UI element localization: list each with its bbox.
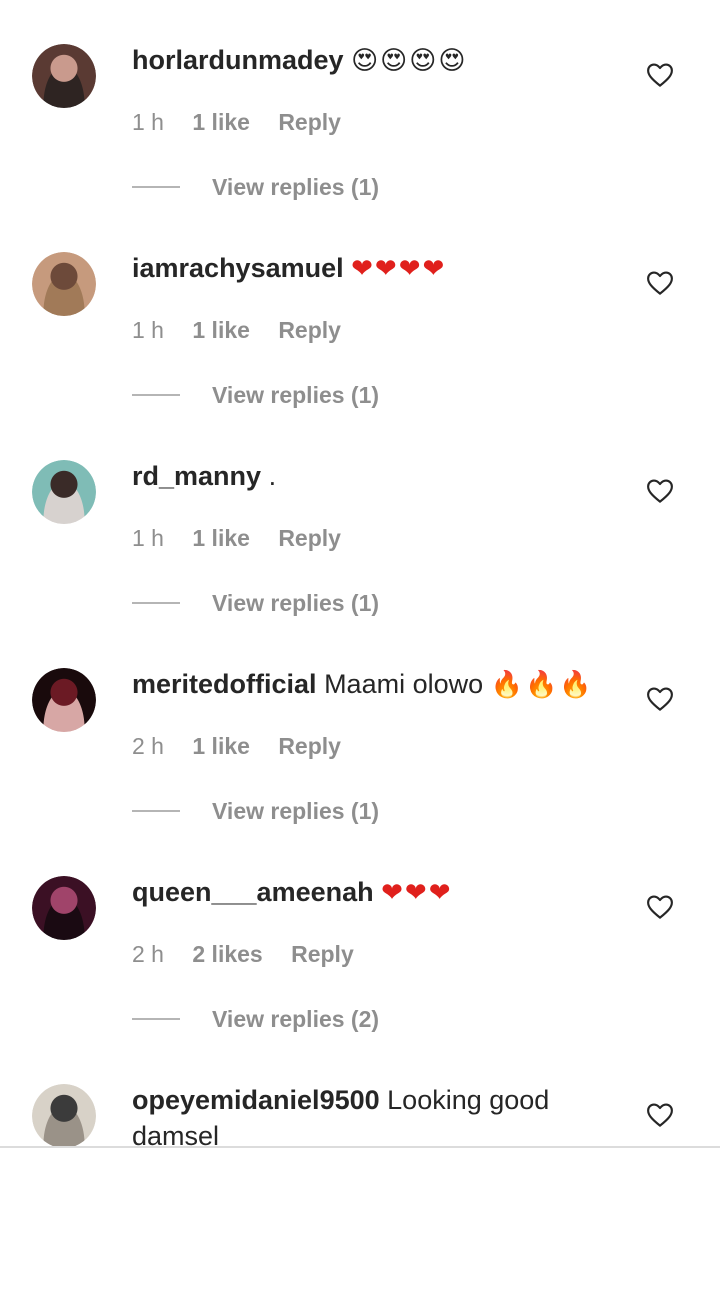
- comment-meta: 1 h 1 like Reply: [132, 104, 363, 140]
- replies-divider: [132, 393, 180, 396]
- comment-emoji: ❤❤❤: [381, 878, 453, 908]
- like-comment-button[interactable]: [645, 684, 675, 714]
- avatar[interactable]: [32, 252, 96, 316]
- comment-meta: 1 h 1 like Reply: [132, 520, 363, 556]
- comment-emoji: 😍😍😍😍: [351, 46, 468, 76]
- view-replies-button[interactable]: View replies (1): [132, 170, 379, 204]
- avatar[interactable]: [32, 460, 96, 524]
- avatar[interactable]: [32, 44, 96, 108]
- heart-outline-icon: [647, 479, 673, 503]
- comment-message: .: [268, 461, 277, 491]
- heart-outline-icon: [647, 687, 673, 711]
- heart-outline-icon: [647, 895, 673, 919]
- comment-message: Maami olowo: [324, 669, 484, 699]
- view-replies-button[interactable]: View replies (1): [132, 378, 379, 412]
- comment-text: queen___ameenah ❤❤❤: [132, 874, 632, 911]
- comment-time: 2 h: [132, 733, 164, 759]
- username-link[interactable]: opeyemidaniel9500: [132, 1085, 380, 1115]
- likes-count[interactable]: 1 like: [192, 109, 250, 135]
- like-comment-button[interactable]: [645, 476, 675, 506]
- comment-meta: 2 h 1 like Reply: [132, 728, 363, 764]
- like-comment-button[interactable]: [645, 268, 675, 298]
- username-link[interactable]: queen___ameenah: [132, 877, 374, 907]
- likes-count[interactable]: 1 like: [192, 525, 250, 551]
- comment-item: rd_manny . 1 h 1 like Reply View replies…: [0, 460, 720, 668]
- reply-button[interactable]: Reply: [278, 109, 341, 135]
- avatar[interactable]: [32, 668, 96, 732]
- comment-item: meritedofficial Maami olowo 🔥🔥🔥 2 h 1 li…: [0, 668, 720, 876]
- likes-count[interactable]: 1 like: [192, 317, 250, 343]
- like-comment-button[interactable]: [645, 60, 675, 90]
- comment-text: horlardunmadey 😍😍😍😍: [132, 42, 632, 79]
- like-comment-button[interactable]: [645, 892, 675, 922]
- comment-meta: 1 h 1 like Reply: [132, 312, 363, 348]
- comment-meta: 2 h 2 likes Reply: [132, 936, 376, 972]
- view-replies-label: View replies (1): [212, 174, 380, 200]
- likes-count[interactable]: 1 like: [192, 733, 250, 759]
- view-replies-button[interactable]: View replies (1): [132, 794, 379, 828]
- comment-time: 1 h: [132, 109, 164, 135]
- comment-text: rd_manny .: [132, 458, 632, 495]
- comment-item: iamrachysamuel ❤❤❤❤ 1 h 1 like Reply Vie…: [0, 252, 720, 460]
- avatar[interactable]: [32, 876, 96, 940]
- heart-outline-icon: [647, 271, 673, 295]
- username-link[interactable]: rd_manny: [132, 461, 261, 491]
- heart-outline-icon: [647, 1103, 673, 1127]
- view-replies-label: View replies (2): [212, 1006, 380, 1032]
- comment-time: 2 h: [132, 941, 164, 967]
- reply-button[interactable]: Reply: [291, 941, 354, 967]
- likes-count[interactable]: 2 likes: [192, 941, 262, 967]
- comment-time: 1 h: [132, 525, 164, 551]
- comment-item: queen___ameenah ❤❤❤ 2 h 2 likes Reply Vi…: [0, 876, 720, 1084]
- reply-button[interactable]: Reply: [278, 525, 341, 551]
- view-replies-label: View replies (1): [212, 382, 380, 408]
- view-replies-label: View replies (1): [212, 590, 380, 616]
- comment-text: meritedofficial Maami olowo 🔥🔥🔥: [132, 666, 632, 703]
- heart-outline-icon: [647, 63, 673, 87]
- username-link[interactable]: horlardunmadey: [132, 45, 344, 75]
- reply-button[interactable]: Reply: [278, 317, 341, 343]
- comment-item: opeyemidaniel9500 Looking good damsel: [0, 1084, 720, 1292]
- avatar[interactable]: [32, 1084, 96, 1148]
- comment-text: iamrachysamuel ❤❤❤❤: [132, 250, 632, 287]
- username-link[interactable]: iamrachysamuel: [132, 253, 344, 283]
- reply-button[interactable]: Reply: [278, 733, 341, 759]
- view-replies-button[interactable]: View replies (1): [132, 586, 379, 620]
- comment-emoji: 🔥🔥🔥: [490, 670, 594, 700]
- replies-divider: [132, 185, 180, 188]
- like-comment-button[interactable]: [645, 1100, 675, 1130]
- bottom-divider: [0, 1146, 720, 1148]
- replies-divider: [132, 1017, 180, 1020]
- replies-divider: [132, 809, 180, 812]
- username-link[interactable]: meritedofficial: [132, 669, 317, 699]
- comment-emoji: ❤❤❤❤: [351, 254, 447, 284]
- comment-time: 1 h: [132, 317, 164, 343]
- comment-text: opeyemidaniel9500 Looking good damsel: [132, 1082, 632, 1155]
- replies-divider: [132, 601, 180, 604]
- view-replies-button[interactable]: View replies (2): [132, 1002, 379, 1036]
- comment-item: horlardunmadey 😍😍😍😍 1 h 1 like Reply Vie…: [0, 44, 720, 252]
- view-replies-label: View replies (1): [212, 798, 380, 824]
